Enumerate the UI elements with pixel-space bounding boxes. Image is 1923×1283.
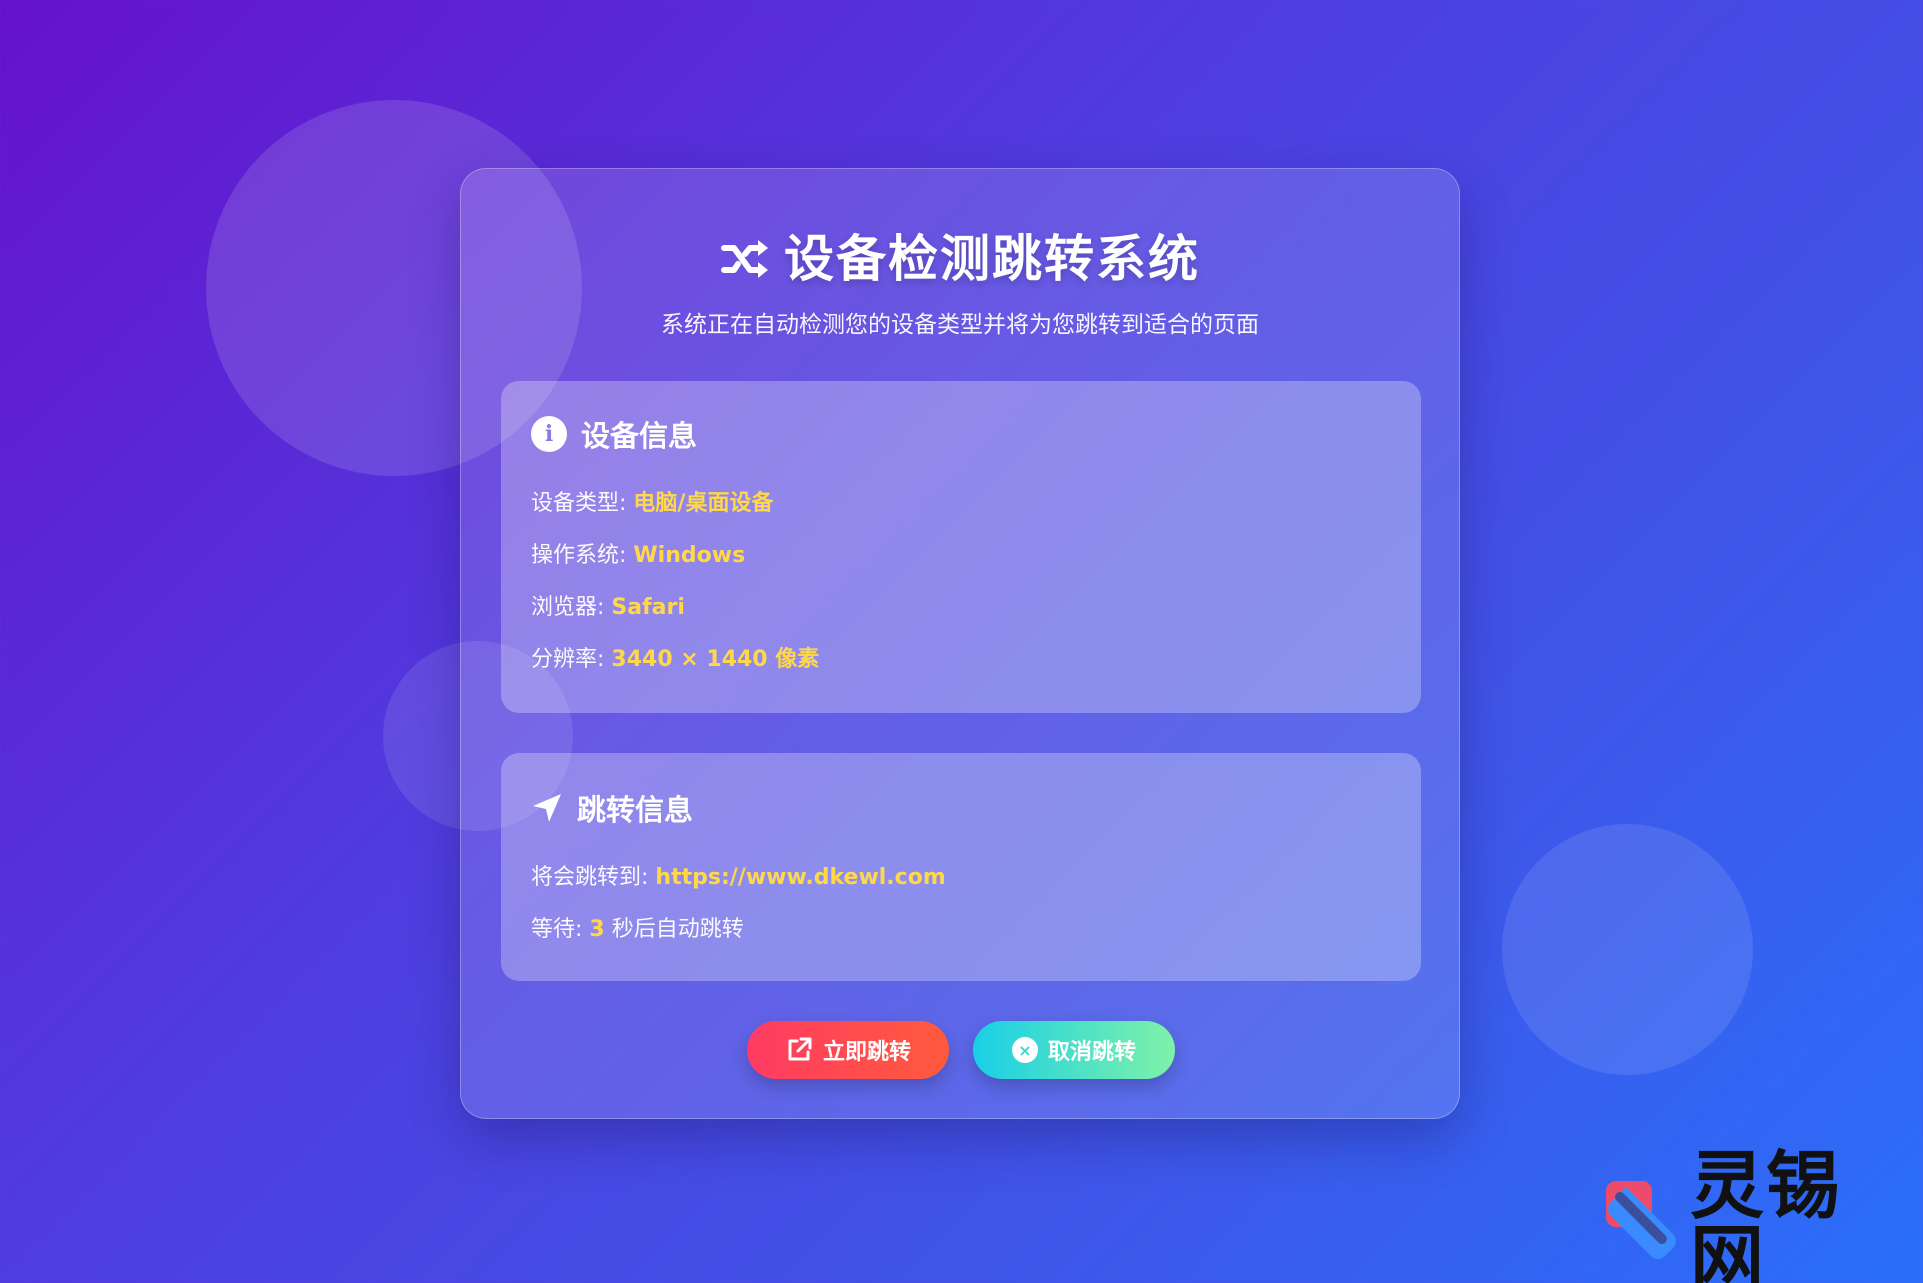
info-circle-icon: i — [531, 416, 567, 452]
browser-row: 浏览器: Safari — [531, 589, 685, 621]
os-label: 操作系统: — [531, 543, 634, 568]
external-link-icon — [785, 1036, 813, 1064]
cancel-redirect-button[interactable]: × 取消跳转 — [973, 1021, 1175, 1079]
resolution-row: 分辨率: 3440 × 1440 像素 — [531, 641, 819, 673]
browser-value: Safari — [611, 595, 685, 620]
redirect-now-label: 立即跳转 — [822, 1040, 911, 1065]
page-title: 设备检测跳转系统 — [461, 219, 1459, 294]
page-title-text: 设备检测跳转系统 — [784, 230, 1200, 288]
shuffle-icon — [720, 236, 770, 294]
redirect-target-link[interactable]: https://www.dkewl.com — [655, 865, 945, 890]
redirect-info-heading: 跳转信息 — [531, 787, 693, 829]
redirect-card: 设备检测跳转系统 系统正在自动检测您的设备类型并将为您跳转到适合的页面 i 设备… — [460, 168, 1460, 1119]
resolution-value: 3440 × 1440 像素 — [611, 647, 820, 672]
decor-bubble-right — [1502, 824, 1753, 1075]
countdown-suffix: 秒后自动跳转 — [604, 917, 744, 942]
countdown-row: 等待: 3 秒后自动跳转 — [531, 911, 744, 943]
device-info-heading: i 设备信息 — [531, 413, 697, 455]
brand-watermark: 灵锡网 — [1600, 1149, 1910, 1283]
redirect-info-panel: 跳转信息 将会跳转到: https://www.dkewl.com 等待: 3 … — [501, 753, 1421, 981]
brand-logo-icon — [1600, 1175, 1690, 1271]
page-subtitle: 系统正在自动检测您的设备类型并将为您跳转到适合的页面 — [661, 312, 1259, 338]
resolution-label: 分辨率: — [531, 647, 612, 672]
brand-name: 灵锡网 — [1690, 1143, 1842, 1283]
browser-label: 浏览器: — [531, 595, 612, 620]
close-circle-icon: × — [1011, 1037, 1038, 1063]
location-arrow-icon — [531, 792, 563, 824]
cancel-redirect-label: 取消跳转 — [1047, 1040, 1136, 1065]
os-row: 操作系统: Windows — [531, 537, 745, 569]
redirect-now-button[interactable]: 立即跳转 — [747, 1021, 949, 1079]
countdown-label: 等待: — [531, 917, 590, 942]
device-type-row: 设备类型: 电脑/桌面设备 — [531, 485, 773, 517]
redirect-info-heading-text: 跳转信息 — [577, 793, 694, 827]
device-info-heading-text: 设备信息 — [581, 419, 698, 453]
redirect-target-row: 将会跳转到: https://www.dkewl.com — [531, 859, 946, 891]
device-type-label: 设备类型: — [531, 491, 634, 516]
redirect-target-label: 将会跳转到: — [531, 865, 656, 890]
countdown-seconds: 3 — [589, 917, 605, 942]
os-value: Windows — [633, 543, 746, 568]
device-type-value: 电脑/桌面设备 — [633, 491, 774, 516]
device-info-panel: i 设备信息 设备类型: 电脑/桌面设备 操作系统: Windows 浏览器: … — [501, 381, 1421, 713]
